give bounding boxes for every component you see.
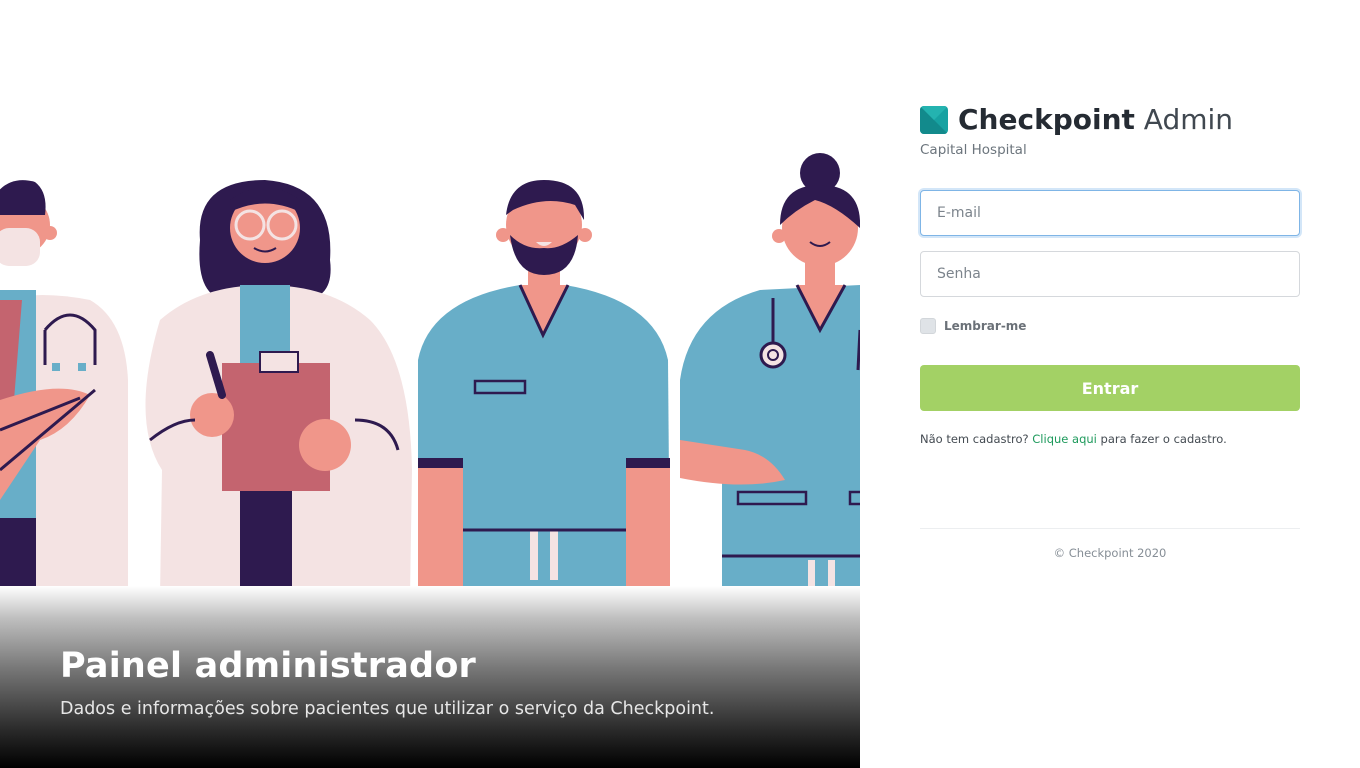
app-name-light: Admin <box>1143 103 1234 136</box>
copyright-text: © Checkpoint 2020 <box>1053 546 1167 560</box>
hero-section: Painel administrador Dados e informações… <box>0 0 860 768</box>
checkbox-box[interactable] <box>920 318 936 334</box>
footer-divider <box>920 528 1300 529</box>
app-name-bold: Checkpoint <box>958 103 1135 136</box>
doctor-with-mask-figure <box>0 180 128 596</box>
signup-suffix: para fazer o cadastro. <box>1100 432 1227 446</box>
password-input[interactable] <box>920 251 1300 297</box>
checkpoint-logo-icon <box>920 106 948 134</box>
hero-subtitle: Dados e informações sobre pacientes que … <box>60 699 715 719</box>
app-name: Checkpoint Admin <box>958 104 1233 136</box>
hospital-name: Capital Hospital <box>920 142 1027 158</box>
female-nurse-figure <box>680 153 860 596</box>
signup-link[interactable]: Clique aqui <box>1032 432 1097 446</box>
remember-me-checkbox[interactable]: Lembrar-me <box>920 318 1026 334</box>
remember-me-label: Lembrar-me <box>944 319 1027 333</box>
brand-header: Checkpoint Admin <box>920 104 1233 136</box>
signup-prefix: Não tem cadastro? <box>920 432 1029 446</box>
signup-text: Não tem cadastro? Clique aqui para fazer… <box>920 432 1227 446</box>
male-nurse-figure <box>418 180 670 596</box>
login-panel: Checkpoint Admin Capital Hospital Lembra… <box>920 0 1300 768</box>
email-input[interactable] <box>920 190 1300 236</box>
hero-title: Painel administrador <box>60 646 477 686</box>
login-button[interactable]: Entrar <box>920 365 1300 411</box>
female-doctor-figure <box>145 180 412 596</box>
